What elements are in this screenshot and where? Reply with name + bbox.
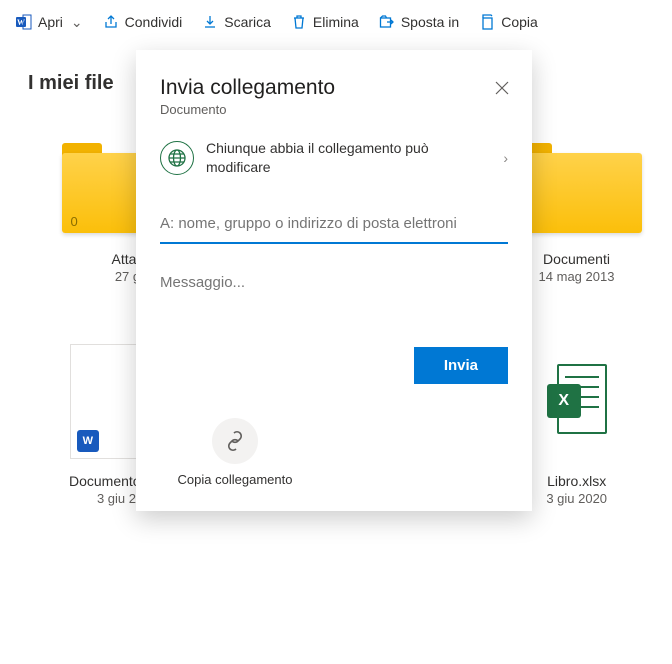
- trash-icon: [291, 14, 307, 30]
- share-label: Condividi: [125, 14, 183, 30]
- folder-date: 14 mag 2013: [539, 269, 615, 284]
- command-bar: W Apri ⌄ Condividi Scarica Elimina Spost…: [0, 0, 672, 44]
- download-label: Scarica: [224, 14, 271, 30]
- link-icon: [212, 418, 258, 464]
- open-button[interactable]: W Apri ⌄: [8, 8, 91, 37]
- file-date: 3 giu 2020: [546, 491, 607, 506]
- word-badge-icon: W: [77, 430, 99, 452]
- download-button[interactable]: Scarica: [194, 8, 279, 36]
- globe-icon: [160, 141, 194, 175]
- permission-text: Chiunque abbia il collegamento può modif…: [206, 139, 491, 177]
- delete-button[interactable]: Elimina: [283, 8, 367, 36]
- copy-button[interactable]: Copia: [471, 8, 546, 36]
- copy-link-button[interactable]: Copia collegamento: [160, 418, 310, 487]
- link-settings-button[interactable]: Chiunque abbia il collegamento può modif…: [160, 139, 508, 177]
- file-thumbnail: X: [519, 344, 634, 459]
- folder-count: 0: [70, 214, 77, 229]
- send-button[interactable]: Invia: [414, 347, 508, 384]
- copy-label: Copia: [501, 14, 538, 30]
- move-icon: [379, 14, 395, 30]
- chevron-down-icon: ⌄: [71, 14, 83, 31]
- moveto-button[interactable]: Sposta in: [371, 8, 467, 36]
- word-app-icon: W: [16, 14, 32, 30]
- delete-label: Elimina: [313, 14, 359, 30]
- file-name: Libro.xlsx: [547, 473, 606, 489]
- chevron-right-icon: ›: [503, 150, 508, 166]
- download-icon: [202, 14, 218, 30]
- share-button[interactable]: Condividi: [95, 8, 191, 36]
- share-dialog: Invia collegamento Documento Chiunque ab…: [136, 50, 532, 511]
- copy-icon: [479, 14, 495, 30]
- excel-icon: X: [547, 364, 607, 434]
- dialog-title: Invia collegamento: [160, 76, 508, 100]
- open-label: Apri: [38, 14, 63, 30]
- message-input[interactable]: [160, 264, 508, 301]
- dialog-subtitle: Documento: [160, 102, 508, 117]
- folder-name: Documenti: [543, 251, 610, 267]
- moveto-label: Sposta in: [401, 14, 459, 30]
- copy-link-label: Copia collegamento: [178, 472, 293, 487]
- share-icon: [103, 14, 119, 30]
- recipients-input[interactable]: [160, 207, 508, 244]
- close-button[interactable]: [486, 72, 518, 104]
- svg-text:W: W: [17, 18, 25, 27]
